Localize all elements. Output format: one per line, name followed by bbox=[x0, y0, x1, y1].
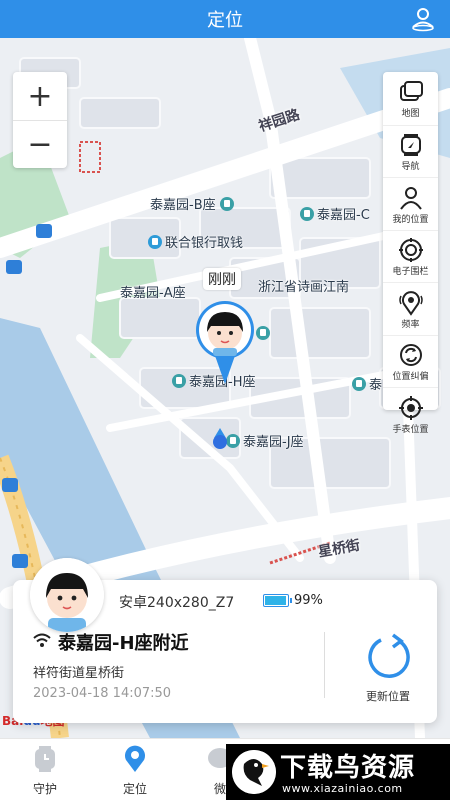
building-icon bbox=[172, 374, 186, 388]
tool-geofence[interactable]: 电子围栏 bbox=[383, 229, 438, 283]
building-icon bbox=[256, 326, 270, 340]
device-info-card: 安卓240x280_Z7 99% 泰嘉园-H座附近 祥符街道星桥街 2023-0… bbox=[13, 558, 437, 723]
site-watermark: 下载鸟资源 www.xiazainiao.com bbox=[226, 744, 450, 800]
tool-map[interactable]: 地图 bbox=[383, 72, 438, 125]
watch-navigation-icon bbox=[400, 134, 421, 157]
poi-c-block[interactable]: 泰嘉园-C bbox=[300, 204, 370, 223]
building-icon bbox=[352, 377, 366, 391]
poi-a-block[interactable]: 泰嘉园-A座 bbox=[120, 282, 186, 301]
my-location-person-icon bbox=[399, 186, 422, 210]
poi-right-edge[interactable]: 泰 bbox=[352, 374, 382, 393]
battery-fill bbox=[265, 596, 286, 605]
divider bbox=[324, 632, 325, 698]
tool-my-location[interactable]: 我的位置 bbox=[383, 177, 438, 230]
building-icon bbox=[226, 434, 240, 448]
device-name: 安卓240x280_Z7 bbox=[119, 595, 235, 611]
location-correction-icon bbox=[399, 344, 422, 367]
watch-location-target-icon bbox=[398, 395, 423, 420]
building-icon bbox=[219, 197, 234, 211]
refresh-location-button[interactable]: 更新位置 bbox=[356, 632, 420, 703]
poi-zhejiang[interactable]: 浙江省诗画江南 bbox=[258, 276, 349, 295]
refresh-icon bbox=[368, 633, 410, 678]
battery-icon bbox=[263, 594, 292, 607]
tool-watch-location[interactable]: 手表位置 bbox=[383, 387, 438, 440]
wifi-icon bbox=[33, 633, 51, 647]
header-bar: 定位 bbox=[0, 0, 450, 38]
watermark-url: www.xiazainiao.com bbox=[282, 782, 403, 795]
map-layers-icon bbox=[399, 81, 423, 102]
watermark-title: 下载鸟资源 bbox=[280, 753, 416, 783]
tool-frequency[interactable]: 频率 bbox=[383, 282, 438, 335]
poi-bank[interactable]: 联合银行取钱 bbox=[148, 232, 243, 251]
bird-logo-icon bbox=[232, 750, 276, 794]
zoom-in-button[interactable]: + bbox=[13, 72, 67, 120]
tool-location-correction[interactable]: 位置纠偏 bbox=[383, 334, 438, 388]
nav-guard[interactable]: 守护 bbox=[15, 745, 75, 797]
child-location-marker[interactable] bbox=[193, 300, 257, 386]
zoom-control: + − bbox=[13, 72, 67, 168]
bank-icon bbox=[148, 235, 162, 249]
my-position-dot bbox=[213, 428, 227, 449]
street-address: 祥符街道星桥街 bbox=[33, 666, 125, 681]
nav-location[interactable]: 定位 bbox=[105, 745, 165, 797]
location-timestamp: 2023-04-18 14:07:50 bbox=[33, 686, 172, 701]
location-name: 泰嘉园-H座附近 bbox=[58, 633, 189, 654]
poi-j-block[interactable]: 泰嘉园-J座 bbox=[226, 431, 304, 450]
geofence-icon bbox=[398, 238, 423, 263]
refresh-label: 更新位置 bbox=[366, 690, 410, 703]
battery-percent: 99% bbox=[294, 593, 323, 608]
user-location-icon[interactable] bbox=[410, 6, 436, 32]
map-tools-panel: 地图 导航 我的位置 电子围栏 频率 位置纠偏 手表位置 bbox=[383, 72, 438, 435]
frequency-pin-icon bbox=[398, 290, 423, 316]
zoom-out-button[interactable]: − bbox=[13, 120, 67, 168]
marker-time-tip: 刚刚 bbox=[203, 268, 241, 290]
poi-b-block[interactable]: 泰嘉园-B座 bbox=[150, 194, 237, 213]
page-title: 定位 bbox=[207, 10, 243, 31]
poi-small bbox=[256, 326, 273, 342]
tool-navigation[interactable]: 导航 bbox=[383, 124, 438, 178]
location-pin-icon bbox=[125, 745, 145, 772]
building-icon bbox=[300, 207, 314, 221]
guard-icon bbox=[35, 746, 55, 772]
child-avatar[interactable] bbox=[30, 558, 104, 632]
